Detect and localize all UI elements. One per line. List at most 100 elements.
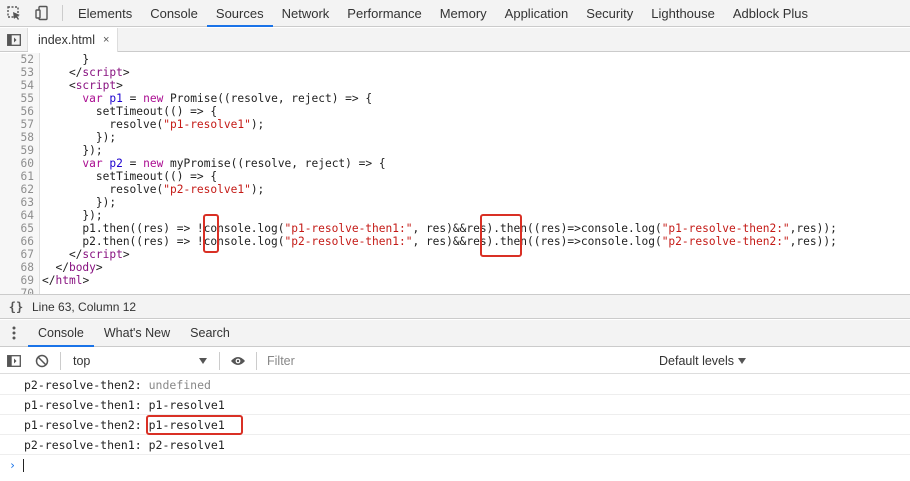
code-text: } — [42, 53, 90, 66]
line-number: 69 — [20, 274, 34, 287]
file-tab-index-html[interactable]: index.html × — [28, 28, 119, 52]
line-number: 66 — [20, 235, 34, 248]
log-levels-dropdown[interactable]: Default levels — [659, 353, 747, 368]
code-line: 66 p2.then((res) => !console.log("p2-res… — [0, 235, 910, 248]
line-number: 65 — [20, 222, 34, 235]
line-number: 57 — [20, 118, 34, 131]
line-number: 59 — [20, 144, 34, 157]
tab-security[interactable]: Security — [577, 0, 642, 26]
code-line: 56 setTimeout(() => { — [0, 105, 910, 118]
toolbar-divider — [256, 351, 257, 370]
pretty-print-icon[interactable]: {} — [0, 300, 32, 314]
console-message: p1-resolve-then1: p1-resolve1 — [0, 395, 910, 415]
line-number: 62 — [20, 183, 34, 196]
code-line: 67 </script> — [0, 248, 910, 261]
code-line: 57 resolve("p1-resolve1"); — [0, 118, 910, 131]
tab-sources[interactable]: Sources — [206, 0, 273, 27]
code-line: 61 setTimeout(() => { — [0, 170, 910, 183]
live-expression-eye-icon[interactable] — [224, 348, 252, 374]
toggle-navigator-icon[interactable] — [0, 28, 28, 51]
code-text: var p2 = new myPromise((resolve, reject)… — [82, 157, 386, 170]
dropdown-arrow-icon — [199, 357, 207, 364]
code-text: resolve("p2-resolve1"); — [42, 183, 265, 196]
console-message-label: p2-resolve-then1: — [24, 438, 149, 452]
console-message-label: p1-resolve-then1: — [24, 398, 149, 412]
context-selector[interactable]: top — [65, 354, 215, 368]
code-line: 64 }); — [0, 209, 910, 222]
drawer-tab-list: Console What's New Search — [28, 320, 240, 347]
code-line: 53 </script> — [0, 66, 910, 79]
device-toolbar-icon[interactable] — [28, 0, 56, 26]
code-text: </script> — [42, 66, 130, 79]
line-number: 70 — [20, 287, 34, 294]
line-number: 64 — [20, 209, 34, 222]
panel-tabs: Elements Console Sources Network Performance… — [69, 0, 817, 27]
file-tab-label: index.html — [38, 33, 95, 47]
annotation-box-and-operator — [480, 214, 522, 257]
prompt-chevron-icon: › — [9, 458, 16, 472]
code-text: }); — [42, 209, 103, 222]
console-message: p2-resolve-then2: undefined — [0, 375, 910, 395]
drawer-tab-console[interactable]: Console — [28, 320, 94, 347]
clear-console-icon[interactable] — [28, 348, 56, 374]
tab-performance[interactable]: Performance — [338, 0, 430, 26]
console-message-label: p1-resolve-then2: — [24, 418, 149, 432]
code-text: setTimeout(() => { — [42, 105, 218, 118]
code-line: 54 <script> — [0, 79, 910, 92]
show-sidebar-icon[interactable] — [0, 348, 28, 374]
tab-network[interactable]: Network — [273, 0, 339, 26]
toolbar-divider — [60, 351, 61, 370]
tab-memory[interactable]: Memory — [431, 0, 496, 26]
console-message-label: p2-resolve-then2: — [24, 378, 149, 392]
console-message-value: p2-resolve1 — [148, 438, 225, 452]
close-icon[interactable]: × — [103, 34, 109, 46]
code-text: }); — [42, 131, 117, 144]
tab-console[interactable]: Console — [141, 0, 207, 26]
filter-input[interactable]: Filter — [261, 351, 651, 371]
code-text: }); — [42, 144, 103, 157]
code-editor[interactable]: 52 } 53 </script> 54 <script> 55 var p1 = n… — [0, 53, 910, 294]
console-message: p1-resolve-then2: p1-resolve1 — [0, 415, 910, 435]
toolbar-divider — [219, 351, 220, 370]
tab-lighthouse[interactable]: Lighthouse — [642, 0, 724, 26]
line-number: 52 — [20, 53, 34, 66]
console-message-value: undefined — [148, 378, 211, 392]
code-line: 59 }); — [0, 144, 910, 157]
code-text: </script> — [42, 248, 130, 261]
code-text: p2.then((res) => !console.log("p2-resolv… — [42, 235, 837, 248]
line-number: 56 — [20, 105, 34, 118]
tab-adblock-plus[interactable]: Adblock Plus — [724, 0, 817, 26]
cursor-position: Line 63, Column 12 — [32, 299, 137, 314]
line-number: 68 — [20, 261, 34, 274]
editor-statusbar: {} Line 63, Column 12 — [0, 294, 910, 319]
line-number: 53 — [20, 66, 34, 79]
code-line: 62 resolve("p2-resolve1"); — [0, 183, 910, 196]
editor-tabbar: index.html × — [0, 28, 910, 52]
console-message-value: p1-resolve1 — [148, 398, 225, 412]
drawer-tab-search[interactable]: Search — [180, 320, 240, 346]
code-text: setTimeout(() => { — [42, 170, 218, 183]
code-line: 69 </html> — [0, 274, 910, 287]
code-text: resolve("p1-resolve1"); — [42, 118, 265, 131]
code-line: 60 var p2 = new myPromise((resolve, reje… — [0, 157, 910, 170]
code-line: 70 — [0, 287, 910, 294]
line-number: 55 — [20, 92, 34, 105]
console-prompt[interactable]: › — [0, 455, 910, 475]
console-toolbar: top Filter Default levels — [0, 348, 910, 374]
tab-application[interactable]: Application — [496, 0, 578, 26]
line-number: 54 — [20, 79, 34, 92]
dropdown-arrow-icon — [738, 357, 747, 364]
code-text: p1.then((res) => !console.log("p1-resolv… — [42, 222, 837, 235]
tab-elements[interactable]: Elements — [69, 0, 141, 26]
drawer-tab-what-s-new[interactable]: What's New — [94, 320, 180, 346]
annotation-box-output-value — [146, 415, 243, 435]
drawer-tabbar: Console What's New Search — [0, 320, 910, 347]
text-caret — [22, 458, 24, 472]
inspect-element-icon[interactable] — [0, 0, 28, 26]
console-message: p2-resolve-then1: p2-resolve1 — [0, 435, 910, 455]
log-levels-label: Default levels — [659, 353, 735, 368]
toolbar-divider — [62, 5, 63, 21]
more-vertical-icon[interactable] — [0, 320, 28, 346]
context-label: top — [73, 353, 91, 368]
code-text: var p1 = new Promise((resolve, reject) =… — [82, 92, 373, 105]
